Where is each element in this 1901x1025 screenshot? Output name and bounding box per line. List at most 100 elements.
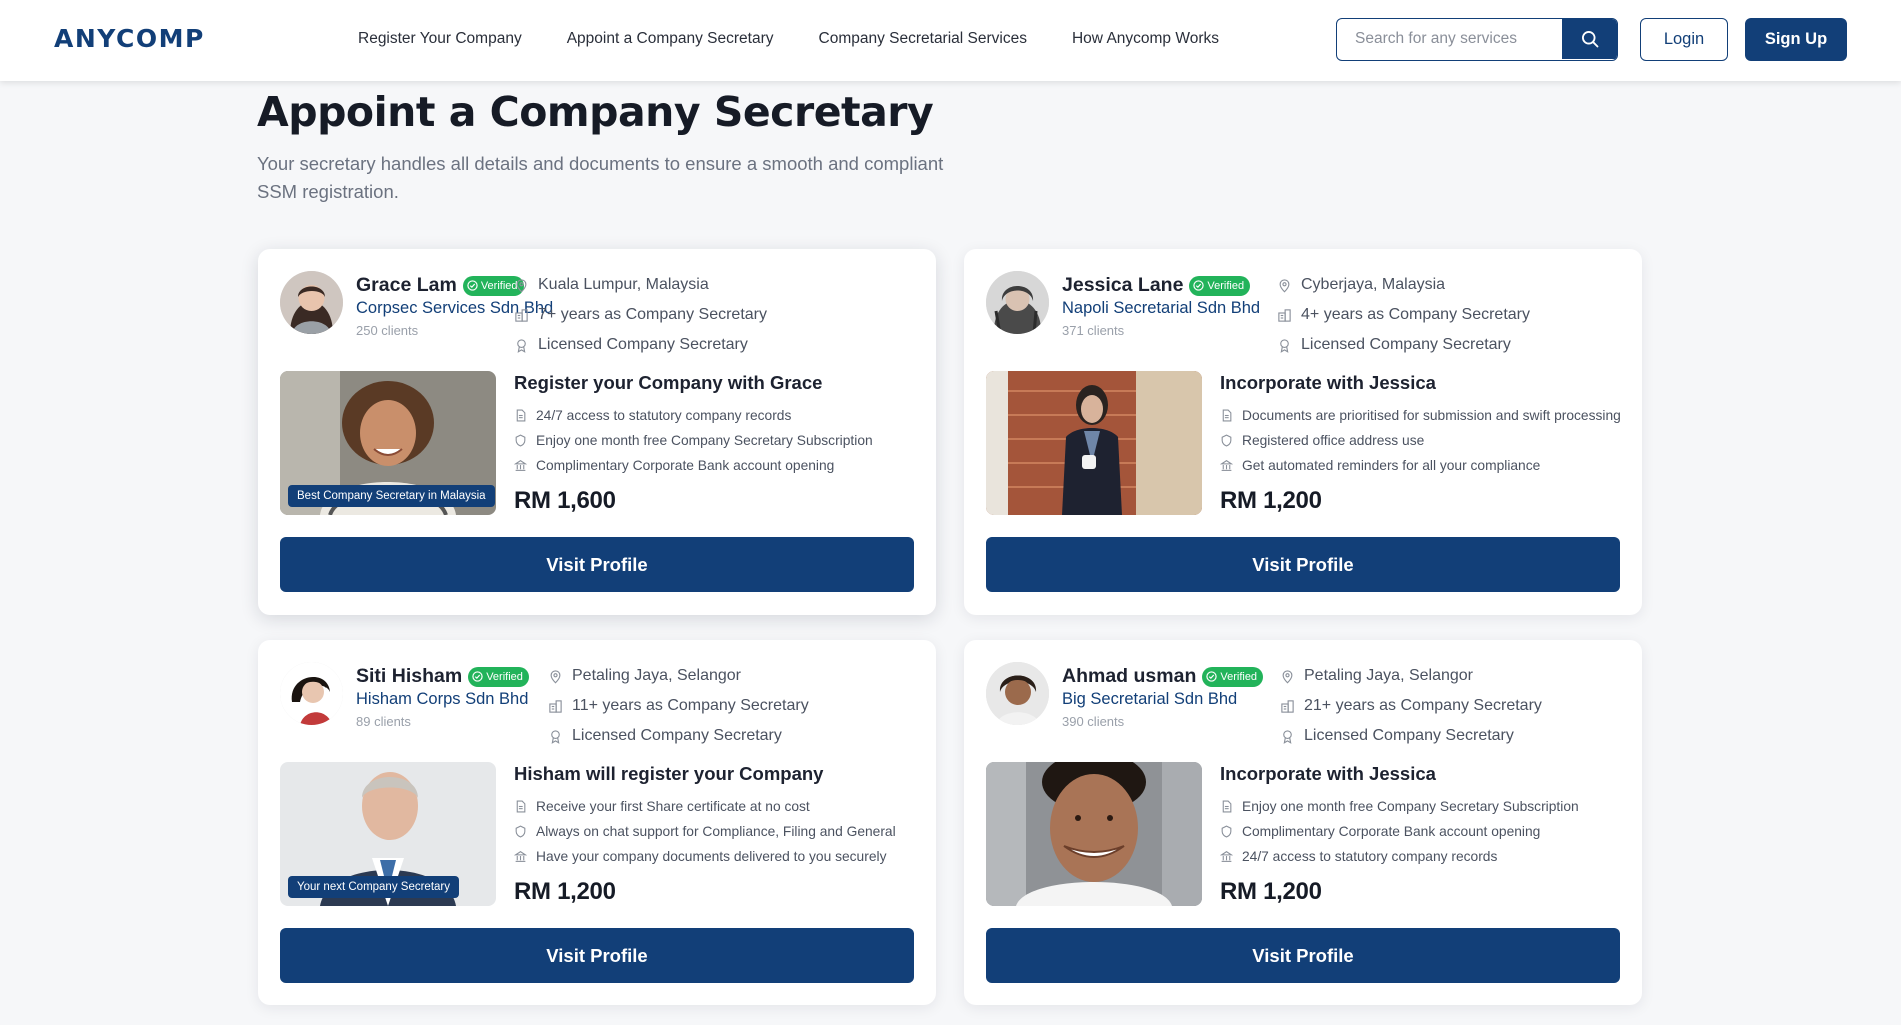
experience-row: 7+ years as Company Secretary	[514, 300, 767, 330]
feature-text: Have your company documents delivered to…	[536, 849, 887, 864]
feature-item: 24/7 access to statutory company records	[514, 403, 873, 428]
document-icon	[1222, 800, 1232, 813]
location-pin-icon	[516, 278, 527, 293]
nav-appoint-secretary[interactable]: Appoint a Company Secretary	[567, 30, 774, 48]
secretary-photo	[986, 371, 1202, 515]
name-row: Ahmad usman Verified	[1062, 665, 1264, 688]
feature-text: Receive your first Share certificate at …	[536, 799, 810, 814]
nav-register-company[interactable]: Register Your Company	[358, 30, 522, 48]
building-icon	[549, 699, 562, 713]
document-icon	[516, 409, 526, 422]
location-row: Kuala Lumpur, Malaysia	[514, 270, 767, 300]
secretary-name[interactable]: Jessica Lane	[1062, 274, 1183, 297]
nav-how-it-works[interactable]: How Anycomp Works	[1072, 30, 1219, 48]
search-icon	[1581, 31, 1598, 48]
company-name: Napoli Secretarial Sdn Bhd	[1062, 299, 1261, 317]
avatar	[986, 662, 1049, 725]
experience-text: 4+ years as Company Secretary	[1301, 306, 1530, 323]
check-circle-icon	[467, 280, 478, 291]
feature-item: Get automated reminders for all your com…	[1220, 453, 1621, 478]
feature-item: Receive your first Share certificate at …	[514, 794, 896, 819]
feature-text: Enjoy one month free Company Secretary S…	[1242, 799, 1579, 814]
secretary-photo	[986, 762, 1202, 906]
page-subtitle: Your secretary handles all details and d…	[257, 153, 944, 202]
nav-secretarial-services[interactable]: Company Secretarial Services	[819, 30, 1027, 48]
feature-item: Documents are prioritised for submission…	[1220, 403, 1621, 428]
location-pin-icon	[1279, 278, 1290, 293]
location-pin-icon	[1282, 669, 1293, 684]
price: RM 1,200	[514, 878, 616, 905]
page-title: Appoint a Company Secretary	[257, 88, 934, 136]
price: RM 1,200	[1220, 878, 1322, 905]
verified-label: Verified	[1207, 279, 1245, 292]
secretary-card: Grace Lam Verified Corpsec Services Sdn …	[258, 249, 936, 615]
secretary-name[interactable]: Grace Lam	[356, 274, 457, 297]
experience-row: 4+ years as Company Secretary	[1277, 300, 1530, 330]
feature-item: Always on chat support for Compliance, F…	[514, 819, 896, 844]
visit-profile-button[interactable]: Visit Profile	[986, 537, 1620, 592]
building-icon	[515, 308, 528, 322]
bank-icon	[1220, 850, 1233, 862]
feature-text: Always on chat support for Compliance, F…	[536, 824, 896, 839]
price: RM 1,200	[1220, 487, 1322, 514]
verified-label: Verified	[486, 670, 523, 683]
feature-list: Enjoy one month free Company Secretary S…	[1220, 794, 1579, 869]
experience-text: 7+ years as Company Secretary	[538, 306, 767, 323]
offer-title: Register your Company with Grace	[514, 372, 823, 393]
bank-icon	[514, 459, 527, 471]
signup-button[interactable]: Sign Up	[1745, 18, 1847, 61]
search-button[interactable]	[1562, 19, 1617, 59]
feature-text: Registered office address use	[1242, 433, 1425, 448]
bank-icon	[1220, 459, 1233, 471]
photo-tag: Your next Company Secretary	[288, 876, 459, 898]
client-count: 371 clients	[1062, 323, 1125, 338]
secretary-card: Ahmad usman Verified Big Secretarial Sdn…	[964, 640, 1642, 1005]
location-text: Cyberjaya, Malaysia	[1301, 276, 1446, 293]
feature-item: Enjoy one month free Company Secretary S…	[1220, 794, 1579, 819]
main-nav: Register Your Company Appoint a Company …	[358, 30, 1219, 48]
location-row: Petaling Jaya, Selangor	[548, 661, 809, 691]
name-row: Siti Hisham Verified	[356, 665, 529, 688]
secretary-meta: Kuala Lumpur, Malaysia 7+ years as Compa…	[514, 270, 767, 360]
experience-text: 21+ years as Company Secretary	[1304, 697, 1542, 714]
location-pin-icon	[550, 669, 561, 684]
verified-badge: Verified	[1189, 275, 1251, 296]
shield-icon	[515, 434, 526, 447]
offer-title: Hisham will register your Company	[514, 763, 824, 784]
feature-text: 24/7 access to statutory company records	[536, 408, 792, 423]
search-box	[1336, 18, 1618, 61]
company-name: Hisham Corps Sdn Bhd	[356, 690, 529, 708]
visit-profile-button[interactable]: Visit Profile	[280, 928, 914, 983]
building-icon	[1278, 308, 1291, 322]
search-input[interactable]	[1337, 19, 1563, 59]
location-text: Kuala Lumpur, Malaysia	[538, 276, 709, 293]
login-button[interactable]: Login	[1640, 18, 1728, 61]
secretary-meta: Cyberjaya, Malaysia 4+ years as Company …	[1277, 270, 1530, 360]
logo[interactable]: ANYCOMP	[54, 24, 205, 53]
document-icon	[516, 800, 526, 813]
feature-text: Documents are prioritised for submission…	[1242, 408, 1621, 423]
award-ribbon-icon	[1280, 338, 1289, 353]
secretary-name[interactable]: Siti Hisham	[356, 665, 462, 688]
experience-row: 21+ years as Company Secretary	[1280, 691, 1542, 721]
award-ribbon-icon	[551, 729, 560, 744]
secretary-name[interactable]: Ahmad usman	[1062, 665, 1196, 688]
feature-item: Registered office address use	[1220, 428, 1621, 453]
secretary-card: Siti Hisham Verified Hisham Corps Sdn Bh…	[258, 640, 936, 1005]
company-name: Big Secretarial Sdn Bhd	[1062, 690, 1238, 708]
license-text: Licensed Company Secretary	[1304, 727, 1514, 744]
visit-profile-button[interactable]: Visit Profile	[280, 537, 914, 592]
name-row: Grace Lam Verified	[356, 274, 524, 297]
license-row: Licensed Company Secretary	[514, 330, 767, 360]
avatar	[280, 271, 343, 334]
name-row: Jessica Lane Verified	[1062, 274, 1251, 297]
visit-profile-button[interactable]: Visit Profile	[986, 928, 1620, 983]
verified-badge: Verified	[468, 666, 529, 687]
license-text: Licensed Company Secretary	[1301, 336, 1511, 353]
license-row: Licensed Company Secretary	[1277, 330, 1530, 360]
feature-text: Enjoy one month free Company Secretary S…	[536, 433, 873, 448]
check-circle-icon	[1206, 671, 1218, 682]
feature-item: Have your company documents delivered to…	[514, 844, 896, 869]
shield-icon	[1221, 825, 1232, 838]
license-row: Licensed Company Secretary	[548, 721, 809, 751]
